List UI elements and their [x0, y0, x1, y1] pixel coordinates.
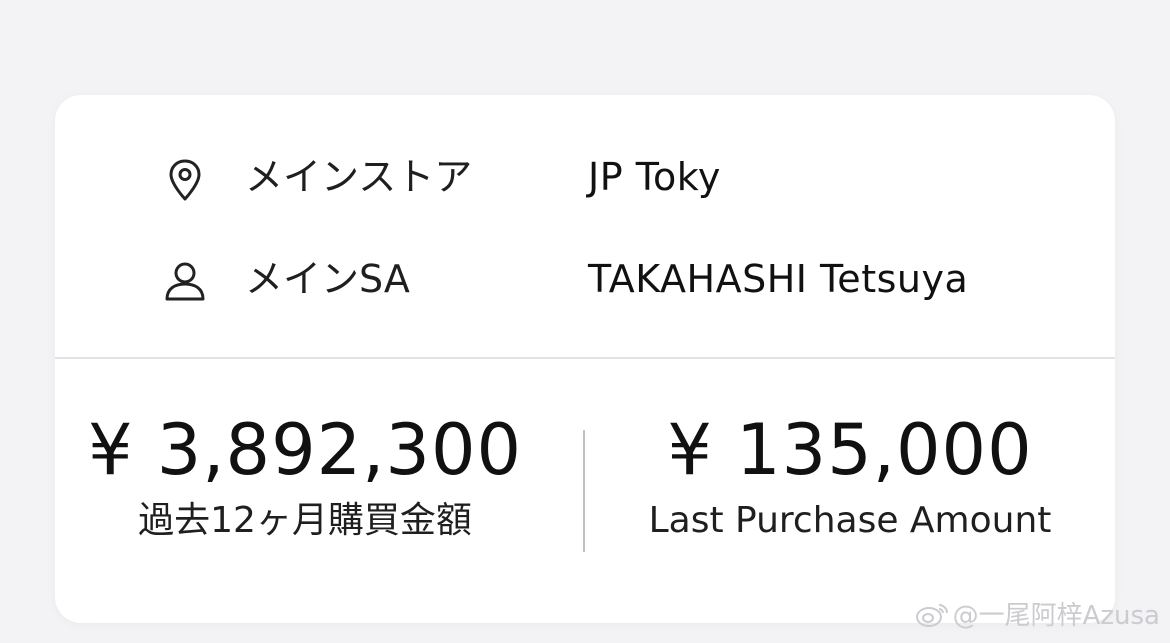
- past-12m-purchase-caption: 過去12ヶ月購買金額: [138, 500, 472, 541]
- main-store-label: メインストア: [245, 155, 473, 199]
- past-12m-purchase-amount: ¥ 3,892,300: [87, 409, 523, 491]
- main-sa-row: メインSA TAKAHASHI Tetsuya: [55, 249, 1115, 309]
- section-divider: [55, 357, 1115, 359]
- watermark: @一尾阿梓Azusa: [915, 601, 1160, 635]
- last-purchase-caption: Last Purchase Amount: [648, 500, 1052, 541]
- watermark-text: @一尾阿梓Azusa: [952, 601, 1160, 631]
- weibo-icon: [915, 602, 949, 635]
- main-sa-label: メインSA: [245, 257, 410, 301]
- last-purchase-stat: ¥ 135,000 Last Purchase Amount: [600, 407, 1100, 543]
- past-12m-purchase-stat: ¥ 3,892,300 過去12ヶ月購買金額: [80, 407, 530, 543]
- location-pin-icon: [160, 155, 210, 205]
- person-icon: [160, 257, 210, 307]
- main-store-row: メインストア JP Toky: [55, 147, 1115, 207]
- last-purchase-amount: ¥ 135,000: [667, 409, 1033, 491]
- main-sa-value: TAKAHASHI Tetsuya: [588, 257, 969, 301]
- customer-summary-card: メインストア JP Toky メインSA TAKAHASHI Tetsuya ¥…: [55, 95, 1115, 623]
- stats-divider: [583, 430, 585, 552]
- main-store-value: JP Toky: [588, 155, 721, 199]
